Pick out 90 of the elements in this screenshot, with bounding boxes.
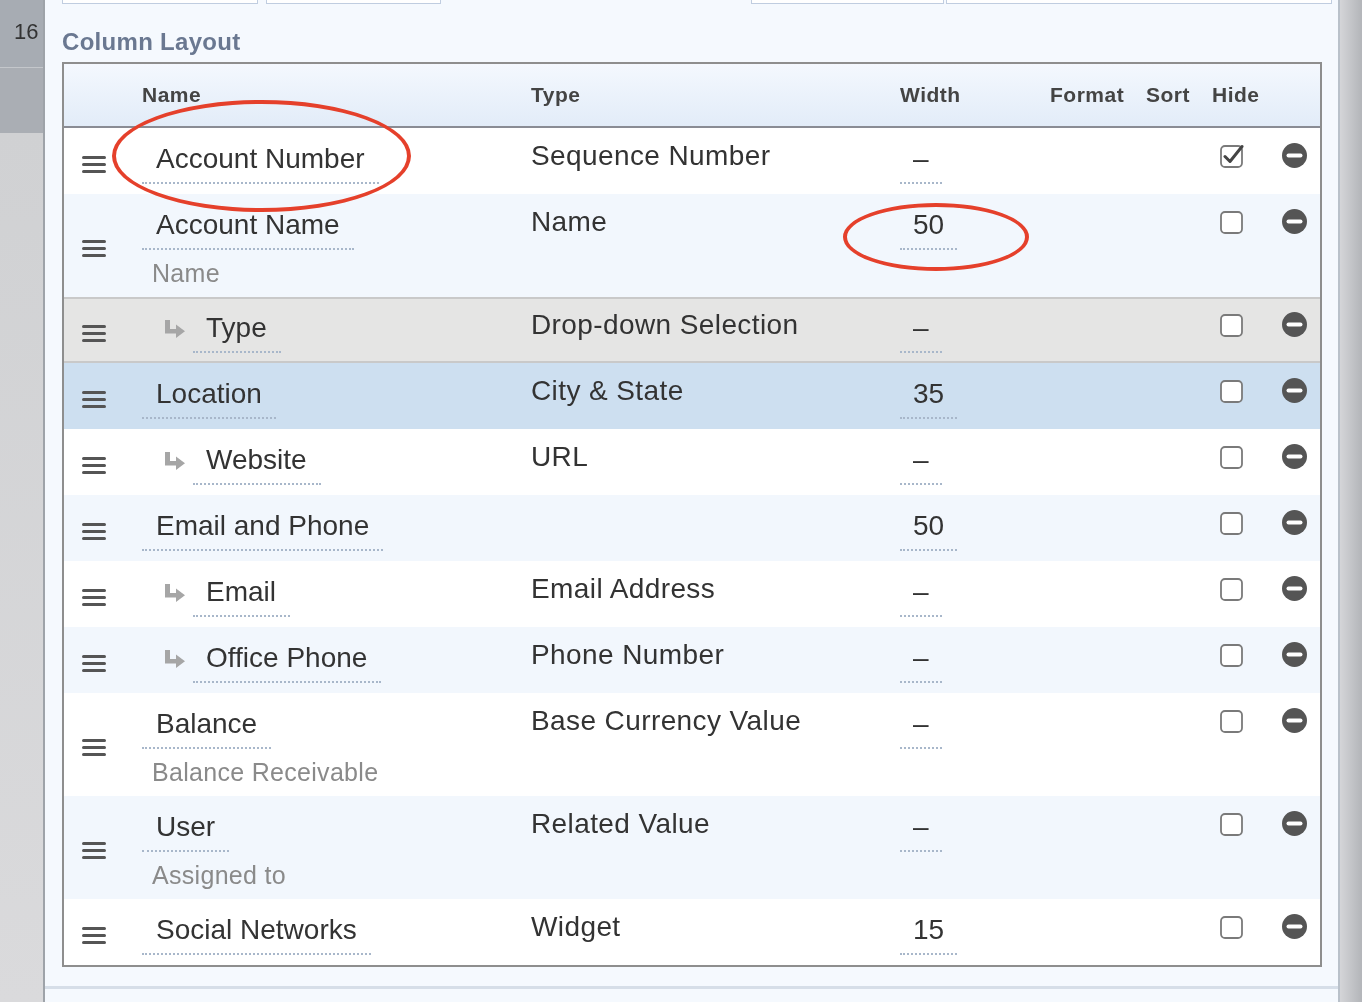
- width-field[interactable]: –: [900, 643, 942, 683]
- name-field[interactable]: Balance: [142, 709, 272, 749]
- field-caption: Name: [151, 259, 221, 287]
- hide-checkbox[interactable]: [1220, 577, 1244, 601]
- child-arrow-icon: [165, 452, 185, 470]
- name-field[interactable]: Type: [193, 313, 281, 353]
- page-count-text: 16: [14, 19, 39, 45]
- width-field[interactable]: –: [900, 445, 942, 485]
- column-header: Format: [1050, 83, 1125, 107]
- hide-checkbox[interactable]: [1220, 709, 1244, 733]
- width-field[interactable]: –: [900, 812, 942, 852]
- drag-handle-icon[interactable]: [82, 588, 106, 606]
- hide-checkbox[interactable]: [1220, 511, 1244, 535]
- child-arrow-icon: [165, 650, 185, 668]
- remove-icon[interactable]: [1282, 708, 1307, 733]
- field-caption: Balance Receivable: [151, 758, 380, 786]
- remove-icon[interactable]: [1282, 914, 1307, 939]
- hide-checkbox[interactable]: [1220, 144, 1244, 168]
- table-row[interactable]: Office Phone Phone Number –: [64, 627, 1320, 693]
- input-field[interactable]: [751, 0, 944, 4]
- width-field[interactable]: 15: [900, 915, 958, 955]
- hide-checkbox[interactable]: [1220, 812, 1244, 836]
- hide-checkbox[interactable]: [1220, 379, 1244, 403]
- column-header: Name: [142, 83, 202, 107]
- name-field[interactable]: Email: [193, 577, 290, 617]
- type-label: Email Address: [531, 574, 716, 604]
- section-title: Column Layout: [62, 28, 241, 56]
- name-field[interactable]: Email and Phone: [142, 511, 384, 551]
- drag-handle-icon[interactable]: [82, 739, 106, 756]
- type-label: City & State: [531, 376, 684, 406]
- remove-icon[interactable]: [1282, 444, 1307, 469]
- name-field[interactable]: User: [142, 812, 230, 852]
- drag-handle-icon[interactable]: [82, 654, 106, 672]
- child-arrow-icon: [165, 320, 185, 338]
- table-row[interactable]: Type Drop-down Selection –: [64, 297, 1320, 363]
- drag-handle-icon[interactable]: [82, 522, 106, 540]
- hide-checkbox[interactable]: [1220, 313, 1244, 337]
- width-field[interactable]: –: [900, 144, 942, 184]
- type-label: Sequence Number: [531, 141, 771, 171]
- input-field[interactable]: [266, 0, 441, 4]
- width-field[interactable]: 35: [900, 379, 958, 419]
- column-header: Type: [531, 83, 581, 107]
- hide-checkbox[interactable]: [1220, 643, 1244, 667]
- remove-icon[interactable]: [1282, 143, 1307, 168]
- name-field[interactable]: Office Phone: [193, 643, 382, 683]
- remove-icon[interactable]: [1282, 378, 1307, 403]
- drag-handle-icon[interactable]: [82, 390, 106, 408]
- type-label: Base Currency Value: [531, 706, 802, 736]
- column-header: Width: [900, 83, 961, 107]
- width-field[interactable]: –: [900, 313, 942, 353]
- column-header: Hide: [1212, 83, 1260, 107]
- width-field[interactable]: 50: [900, 511, 958, 551]
- drag-handle-icon[interactable]: [82, 324, 106, 342]
- type-label: Related Value: [531, 809, 711, 839]
- remove-icon[interactable]: [1282, 576, 1307, 601]
- field-caption: Assigned to: [151, 861, 287, 889]
- type-label: URL: [531, 442, 589, 472]
- remove-icon[interactable]: [1282, 642, 1307, 667]
- table-row[interactable]: Location City & State 35: [64, 363, 1320, 429]
- type-label: Phone Number: [531, 640, 725, 670]
- hide-checkbox[interactable]: [1220, 445, 1244, 469]
- drag-handle-icon[interactable]: [82, 842, 106, 859]
- type-label: Drop-down Selection: [531, 310, 799, 340]
- name-field[interactable]: Social Networks: [142, 915, 371, 955]
- table-row[interactable]: Account Name Name Name 50: [64, 194, 1320, 297]
- table-row[interactable]: Email and Phone 50: [64, 495, 1320, 561]
- drag-handle-icon[interactable]: [82, 155, 106, 173]
- column-header: Sort: [1146, 83, 1190, 107]
- drag-handle-icon[interactable]: [82, 456, 106, 474]
- name-field[interactable]: Account Number: [142, 144, 379, 184]
- drag-handle-icon[interactable]: [82, 240, 106, 257]
- name-field[interactable]: Location: [142, 379, 276, 419]
- name-field[interactable]: Website: [193, 445, 321, 485]
- drag-handle-icon[interactable]: [82, 926, 106, 944]
- width-field[interactable]: –: [900, 709, 942, 749]
- remove-icon[interactable]: [1282, 209, 1307, 234]
- name-field[interactable]: Account Name: [142, 210, 354, 250]
- remove-icon[interactable]: [1282, 312, 1307, 337]
- remove-icon[interactable]: [1282, 510, 1307, 535]
- input-field[interactable]: [62, 0, 258, 4]
- type-label: Widget: [531, 912, 621, 942]
- width-field[interactable]: 50: [900, 210, 958, 250]
- child-arrow-icon: [165, 584, 185, 602]
- remove-icon[interactable]: [1282, 811, 1307, 836]
- table-row[interactable]: User Assigned to Related Value –: [64, 796, 1320, 899]
- hide-checkbox[interactable]: [1220, 210, 1244, 234]
- hide-checkbox[interactable]: [1220, 915, 1244, 939]
- input-field[interactable]: [946, 0, 1332, 4]
- type-label: Name: [531, 207, 608, 237]
- width-field[interactable]: –: [900, 577, 942, 617]
